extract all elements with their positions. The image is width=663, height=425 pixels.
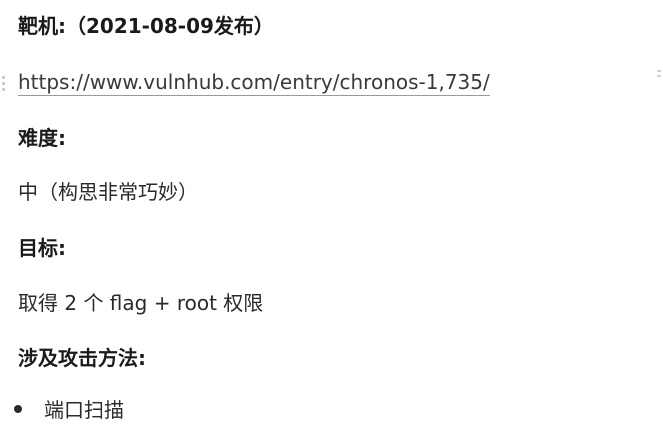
list-item: 端口扫描 <box>14 394 124 423</box>
drag-handle-icon[interactable] <box>2 76 6 94</box>
bullet-icon <box>14 404 22 413</box>
difficulty-heading: 难度: <box>18 126 66 150</box>
target-url-link[interactable]: https://www.vulnhub.com/entry/chronos-1,… <box>18 70 490 96</box>
difficulty-value: 中（构思非常巧妙） <box>18 180 198 204</box>
target-heading: 靶机:（2021-08-09发布） <box>18 14 274 38</box>
methods-heading: 涉及攻击方法: <box>18 346 146 370</box>
goal-value: 取得 2 个 flag + root 权限 <box>18 291 264 315</box>
target-url-line: https://www.vulnhub.com/entry/chronos-1,… <box>18 70 490 96</box>
goal-heading: 目标: <box>18 236 66 260</box>
document-body: 靶机:（2021-08-09发布） https://www.vulnhub.co… <box>18 0 663 425</box>
method-item-label: 端口扫描 <box>44 398 124 422</box>
